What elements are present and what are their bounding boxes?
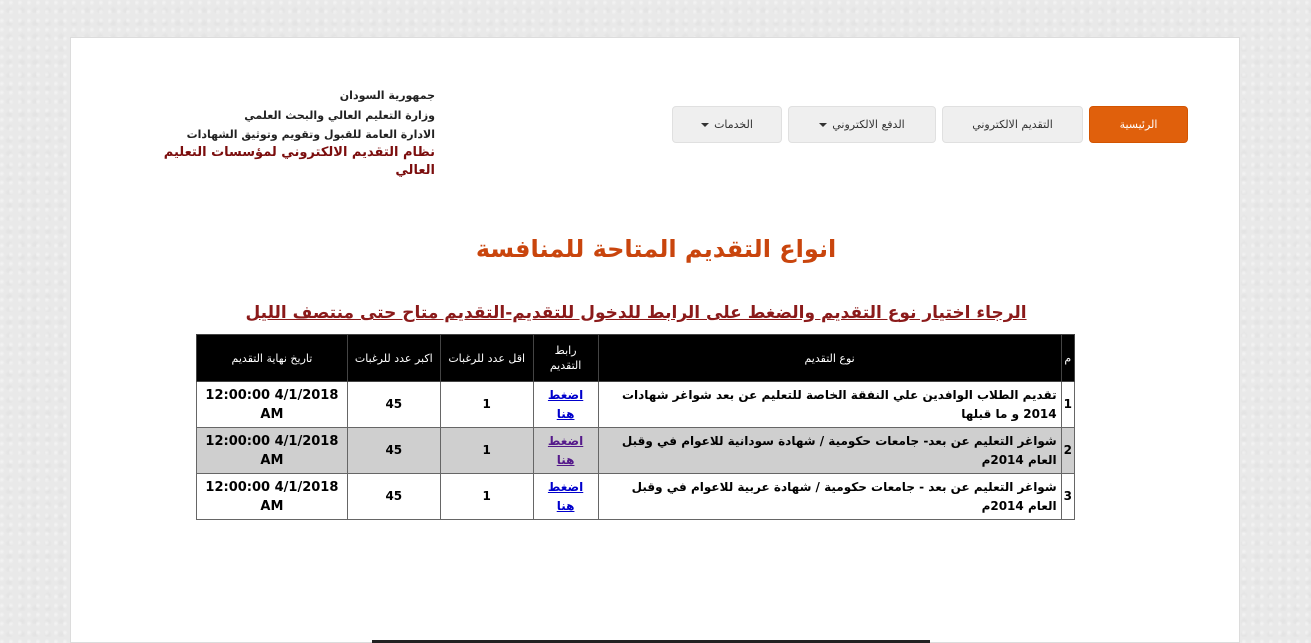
apply-link[interactable]: اضغط هنا	[548, 480, 583, 513]
nav-home-label: الرئيسية	[1119, 118, 1158, 131]
row-min: 1	[439, 473, 534, 520]
chevron-down-icon	[701, 122, 710, 127]
main-nav: الرئيسية التقديم الالكتروني الدفع الالكت…	[672, 106, 1188, 143]
row-link-cell: اضغط هنا	[532, 427, 599, 474]
page-container: جمهورية السودان وزارة التعليم العالي وال…	[70, 37, 1240, 643]
directorate-label: الادارة العامة للقبول وتقويم وتوثيق الشه…	[186, 128, 435, 141]
republic-label: جمهورية السودان	[339, 89, 435, 102]
row-num: 1	[1060, 381, 1076, 428]
row-deadline: 4/1/2018 12:00:00 AM	[196, 381, 348, 428]
row-max: 45	[346, 473, 441, 520]
apply-link[interactable]: اضغط هنا	[548, 434, 583, 467]
nav-apply-online-label: التقديم الالكتروني	[972, 118, 1053, 131]
nav-services-label: الخدمات	[714, 118, 753, 131]
instruction-label: الرجاء اختيار نوع التقديم والضغط على الر…	[245, 303, 1027, 323]
row-min: 1	[439, 427, 534, 474]
table-row: 2 شواغر التعليم عن بعد- جامعات حكومية / …	[196, 427, 1076, 474]
col-min-header: اقل عدد للرغبات	[439, 334, 534, 382]
row-max: 45	[346, 427, 441, 474]
page-title: انواع التقديم المتاحة للمنافسة	[475, 235, 837, 263]
application-types-table: م نوع التقديم رابط التقديم اقل عدد للرغب…	[196, 334, 1076, 520]
row-min: 1	[439, 381, 534, 428]
row-type: شواغر التعليم عن بعد - جامعات حكومية / ش…	[597, 473, 1062, 520]
row-num: 3	[1060, 473, 1076, 520]
system-name: نظام التقديم الالكتروني لمؤسسات التعليم …	[163, 145, 435, 178]
col-type-header: نوع التقديم	[597, 334, 1062, 382]
instruction-text: الرجاء اختيار نوع التقديم والضغط على الر…	[71, 301, 1201, 325]
row-deadline: 4/1/2018 12:00:00 AM	[196, 427, 348, 474]
chevron-down-icon	[819, 122, 828, 127]
row-link-cell: اضغط هنا	[532, 473, 599, 520]
apply-link[interactable]: اضغط هنا	[548, 388, 583, 421]
col-num-header: م	[1060, 334, 1076, 382]
row-type: شواغر التعليم عن بعد- جامعات حكومية / شه…	[597, 427, 1062, 474]
ministry-label: وزارة التعليم العالي والبحث العلمي	[244, 109, 435, 122]
nav-services-dropdown[interactable]: الخدمات	[672, 106, 782, 143]
nav-home-button[interactable]: الرئيسية	[1089, 106, 1188, 143]
col-link-header: رابط التقديم	[532, 334, 599, 382]
row-link-cell: اضغط هنا	[532, 381, 599, 428]
table-row: 1 تقديم الطلاب الوافدين علي النفقة الخاص…	[196, 381, 1076, 428]
table-header-row: م نوع التقديم رابط التقديم اقل عدد للرغب…	[196, 334, 1076, 382]
col-max-header: اكبر عدد للرغبات	[346, 334, 441, 382]
ministry-header: جمهورية السودان وزارة التعليم العالي وال…	[135, 86, 435, 180]
row-num: 2	[1060, 427, 1076, 474]
nav-pay-online-label: الدفع الالكتروني	[832, 118, 905, 131]
row-deadline: 4/1/2018 12:00:00 AM	[196, 473, 348, 520]
table-row: 3 شواغر التعليم عن بعد - جامعات حكومية /…	[196, 473, 1076, 520]
row-type: تقديم الطلاب الوافدين علي النفقة الخاصة …	[597, 381, 1062, 428]
row-max: 45	[346, 381, 441, 428]
nav-pay-online-dropdown[interactable]: الدفع الالكتروني	[788, 106, 936, 143]
col-deadline-header: تاريخ نهاية التقديم	[196, 334, 348, 382]
nav-apply-online-button[interactable]: التقديم الالكتروني	[942, 106, 1083, 143]
application-types-table-wrap: م نوع التقديم رابط التقديم اقل عدد للرغب…	[196, 334, 1076, 520]
